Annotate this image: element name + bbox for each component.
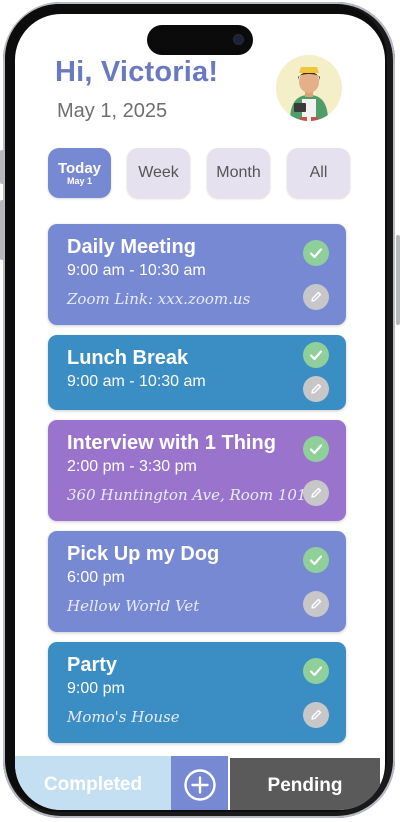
event-location: Hellow World Vet [67,597,200,615]
event-card[interactable]: Pick Up my Dog 6:00 pm Hellow World Vet [48,531,346,632]
check-icon [309,666,323,677]
pencil-icon [311,383,322,394]
add-event-button[interactable] [171,756,228,810]
event-title: Lunch Break [67,347,189,369]
event-title: Daily Meeting [67,236,196,258]
event-title: Party [67,654,118,676]
event-location: Zoom Link: xxx.zoom.us [67,290,251,308]
complete-button[interactable] [303,436,329,462]
event-time: 6:00 pm [67,569,125,586]
event-location: Momo's House [67,708,180,726]
dynamic-island [147,25,253,55]
avatar[interactable] [276,55,342,121]
event-card[interactable]: Party 9:00 pm Momo's House [48,642,346,743]
check-icon [309,555,323,566]
tab-all-label: All [309,164,328,181]
pencil-icon [311,487,322,498]
check-icon [309,444,323,455]
complete-button[interactable] [303,547,329,573]
plus-circle-icon [183,769,216,801]
bottom-action-bar: Completed Pending [15,756,385,810]
check-icon [309,248,323,259]
camera-icon [234,35,243,44]
event-card[interactable]: Interview with 1 Thing 2:00 pm - 3:30 pm… [48,420,346,521]
tab-week-label: Week [138,164,179,181]
tab-today[interactable]: Today May 1 [48,148,111,198]
app-screen: Hi, Victoria! May 1, 2025 Today May 1 We… [15,14,385,810]
completed-button[interactable]: Completed [15,756,171,810]
tab-today-date: May 1 [66,176,92,186]
side-button-left [0,150,4,184]
event-time: 9:00 am - 10:30 am [67,373,206,390]
time-filter-tabs: Today May 1 Week Month All [48,148,351,200]
event-title: Interview with 1 Thing [67,432,276,454]
edit-button[interactable] [303,480,329,506]
avatar-illustration [276,55,342,121]
event-time: 9:00 pm [67,680,125,697]
tab-month[interactable]: Month [207,148,270,198]
event-title: Pick Up my Dog [67,543,220,565]
tab-week[interactable]: Week [127,148,190,198]
event-card[interactable]: Lunch Break 9:00 am - 10:30 am [48,335,346,410]
complete-button[interactable] [303,240,329,266]
pencil-icon [311,291,322,302]
edit-button[interactable] [303,284,329,310]
edit-button[interactable] [303,702,329,728]
event-time: 2:00 pm - 3:30 pm [67,458,197,475]
complete-button[interactable] [303,342,329,368]
pencil-icon [311,598,322,609]
side-button-left-2 [0,200,4,260]
pencil-icon [311,709,322,720]
pending-button[interactable]: Pending [230,758,380,810]
side-button-right [396,235,400,325]
event-time: 9:00 am - 10:30 am [67,262,206,279]
complete-button[interactable] [303,658,329,684]
event-card[interactable]: Daily Meeting 9:00 am - 10:30 am Zoom Li… [48,224,346,325]
greeting-title: Hi, Victoria! [55,56,219,88]
current-date: May 1, 2025 [57,100,168,122]
tab-today-label: Today [57,160,102,177]
tab-all[interactable]: All [287,148,350,198]
event-location: 360 Huntington Ave, Room 101 [67,486,307,504]
edit-button[interactable] [303,376,329,402]
edit-button[interactable] [303,591,329,617]
check-icon [309,350,323,361]
tab-month-label: Month [216,164,261,181]
